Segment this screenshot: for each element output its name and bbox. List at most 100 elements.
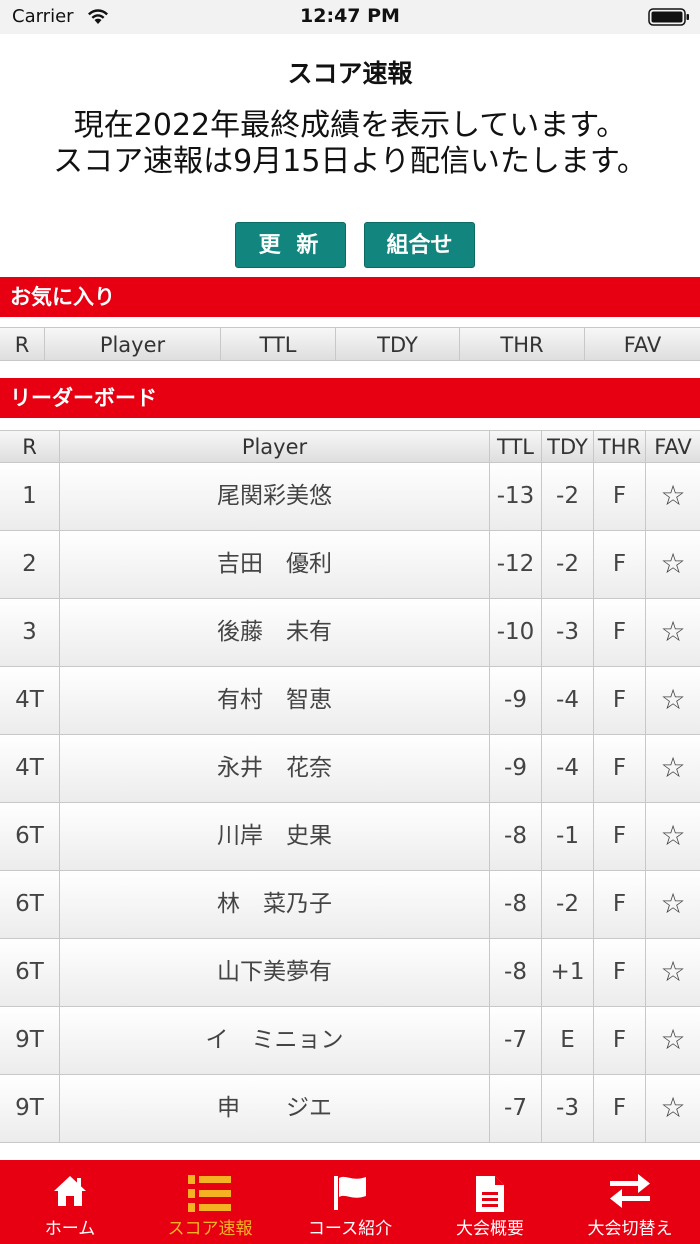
flag-icon	[334, 1176, 366, 1210]
total-cell: -8	[490, 803, 542, 870]
player-cell[interactable]: 尾関彩美悠	[60, 463, 490, 530]
lb-col-fav: FAV	[654, 435, 692, 459]
rank-cell: 3	[0, 599, 60, 666]
total-cell: -9	[490, 667, 542, 734]
favorites-section-title: お気に入り	[0, 277, 700, 317]
favorite-star-icon[interactable]: ☆	[646, 1007, 700, 1074]
thru-cell: F	[594, 735, 646, 802]
fav-col-rank: R	[0, 328, 45, 360]
favorite-star-icon[interactable]: ☆	[646, 803, 700, 870]
tab-course[interactable]: コース紹介	[280, 1160, 420, 1244]
today-cell: -1	[542, 803, 594, 870]
favorite-star-icon[interactable]: ☆	[646, 1075, 700, 1142]
favorite-star-icon[interactable]: ☆	[646, 531, 700, 598]
player-cell[interactable]: 後藤 未有	[60, 599, 490, 666]
notice-text: 現在2022年最終成績を表示しています。 スコア速報は9月15日より配信いたしま…	[0, 108, 700, 180]
today-cell: -4	[542, 667, 594, 734]
favorite-star-icon[interactable]: ☆	[646, 939, 700, 1006]
leaderboard-table: R Player TTL TDY THR FAV 1 尾関彩美悠 -13 -2 …	[0, 430, 700, 1143]
thru-cell: F	[594, 803, 646, 870]
player-cell[interactable]: 山下美夢有	[60, 939, 490, 1006]
player-cell[interactable]: 永井 花奈	[60, 735, 490, 802]
player-cell[interactable]: 吉田 優利	[60, 531, 490, 598]
tab-score[interactable]: スコア速報	[140, 1160, 280, 1244]
lb-col-thr: THR	[594, 431, 646, 462]
thru-cell: F	[594, 871, 646, 938]
favorite-star-icon[interactable]: ☆	[646, 735, 700, 802]
favorite-star-icon[interactable]: ☆	[646, 463, 700, 530]
player-cell[interactable]: イ ミニョン	[60, 1007, 490, 1074]
rank-cell: 9T	[0, 1007, 60, 1074]
table-row[interactable]: 6T 林 菜乃子 -8 -2 F ☆	[0, 871, 700, 939]
table-row[interactable]: 1 尾関彩美悠 -13 -2 F ☆	[0, 463, 700, 531]
page-title: スコア速報	[287, 59, 413, 88]
total-cell: -10	[490, 599, 542, 666]
notice-line-2: スコア速報は9月15日より配信いたします。	[53, 144, 647, 179]
thru-cell: F	[594, 939, 646, 1006]
total-cell: -8	[490, 871, 542, 938]
player-cell[interactable]: 申 ジエ	[60, 1075, 490, 1142]
leaderboard-section-title: リーダーボード	[0, 378, 700, 418]
table-row[interactable]: 6T 山下美夢有 -8 +1 F ☆	[0, 939, 700, 1007]
lb-col-ttl: TTL	[490, 431, 542, 462]
thru-cell: F	[594, 1075, 646, 1142]
table-row[interactable]: 4T 有村 智恵 -9 -4 F ☆	[0, 667, 700, 735]
clock: 12:47 PM	[300, 5, 400, 27]
total-cell: -7	[490, 1075, 542, 1142]
table-row[interactable]: 9T 申 ジエ -7 -3 F ☆	[0, 1075, 700, 1143]
rank-cell: 6T	[0, 871, 60, 938]
leaderboard-header: R Player TTL TDY THR FAV	[0, 430, 700, 463]
refresh-button[interactable]: 更 新	[235, 222, 346, 268]
notice-line-1: 現在2022年最終成績を表示しています。	[73, 108, 627, 143]
today-cell: E	[542, 1007, 594, 1074]
tab-score-label: スコア速報	[167, 1219, 253, 1239]
battery-icon	[648, 8, 689, 26]
fav-col-tdy: TDY	[336, 328, 460, 360]
fav-col-thr: THR	[460, 328, 585, 360]
today-cell: -3	[542, 1075, 594, 1142]
today-cell: -2	[542, 871, 594, 938]
table-row[interactable]: 2 吉田 優利 -12 -2 F ☆	[0, 531, 700, 599]
thru-cell: F	[594, 463, 646, 530]
fav-col-fav: FAV	[623, 333, 662, 357]
today-cell: -2	[542, 463, 594, 530]
table-row[interactable]: 9T イ ミニョン -7 E F ☆	[0, 1007, 700, 1075]
favorite-star-icon[interactable]: ☆	[646, 599, 700, 666]
tab-course-label: コース紹介	[307, 1219, 393, 1239]
thru-cell: F	[594, 531, 646, 598]
rank-cell: 6T	[0, 939, 60, 1006]
total-cell: -8	[490, 939, 542, 1006]
player-cell[interactable]: 有村 智恵	[60, 667, 490, 734]
today-cell: -2	[542, 531, 594, 598]
pairings-button[interactable]: 組合せ	[364, 222, 475, 268]
player-cell[interactable]: 川岸 史果	[60, 803, 490, 870]
rank-cell: 9T	[0, 1075, 60, 1142]
table-row[interactable]: 4T 永井 花奈 -9 -4 F ☆	[0, 735, 700, 803]
lb-col-rank: R	[0, 431, 60, 462]
player-cell[interactable]: 林 菜乃子	[60, 871, 490, 938]
favorite-star-icon[interactable]: ☆	[646, 667, 700, 734]
tab-overview[interactable]: 大会概要	[420, 1160, 560, 1244]
rank-cell: 6T	[0, 803, 60, 870]
rank-cell: 4T	[0, 735, 60, 802]
thru-cell: F	[594, 599, 646, 666]
thru-cell: F	[594, 1007, 646, 1074]
tab-switch-event-label: 大会切替え	[587, 1219, 673, 1239]
swap-arrows-icon	[610, 1174, 650, 1208]
rank-cell: 1	[0, 463, 60, 530]
tab-switch-event[interactable]: 大会切替え	[560, 1160, 700, 1244]
rank-cell: 2	[0, 531, 60, 598]
tab-home[interactable]: ホーム	[0, 1160, 140, 1244]
tab-home-label: ホーム	[44, 1219, 96, 1239]
table-row[interactable]: 6T 川岸 史果 -8 -1 F ☆	[0, 803, 700, 871]
today-cell: -3	[542, 599, 594, 666]
fav-col-player: Player	[45, 328, 221, 360]
table-row[interactable]: 3 後藤 未有 -10 -3 F ☆	[0, 599, 700, 667]
favorite-star-icon[interactable]: ☆	[646, 871, 700, 938]
bottom-tab-bar: ホーム スコア速報 コース紹介 大会概要 大会切替え	[0, 1160, 700, 1244]
total-cell: -7	[490, 1007, 542, 1074]
today-cell: -4	[542, 735, 594, 802]
tab-overview-label: 大会概要	[456, 1219, 524, 1239]
today-cell: +1	[542, 939, 594, 1006]
thru-cell: F	[594, 667, 646, 734]
